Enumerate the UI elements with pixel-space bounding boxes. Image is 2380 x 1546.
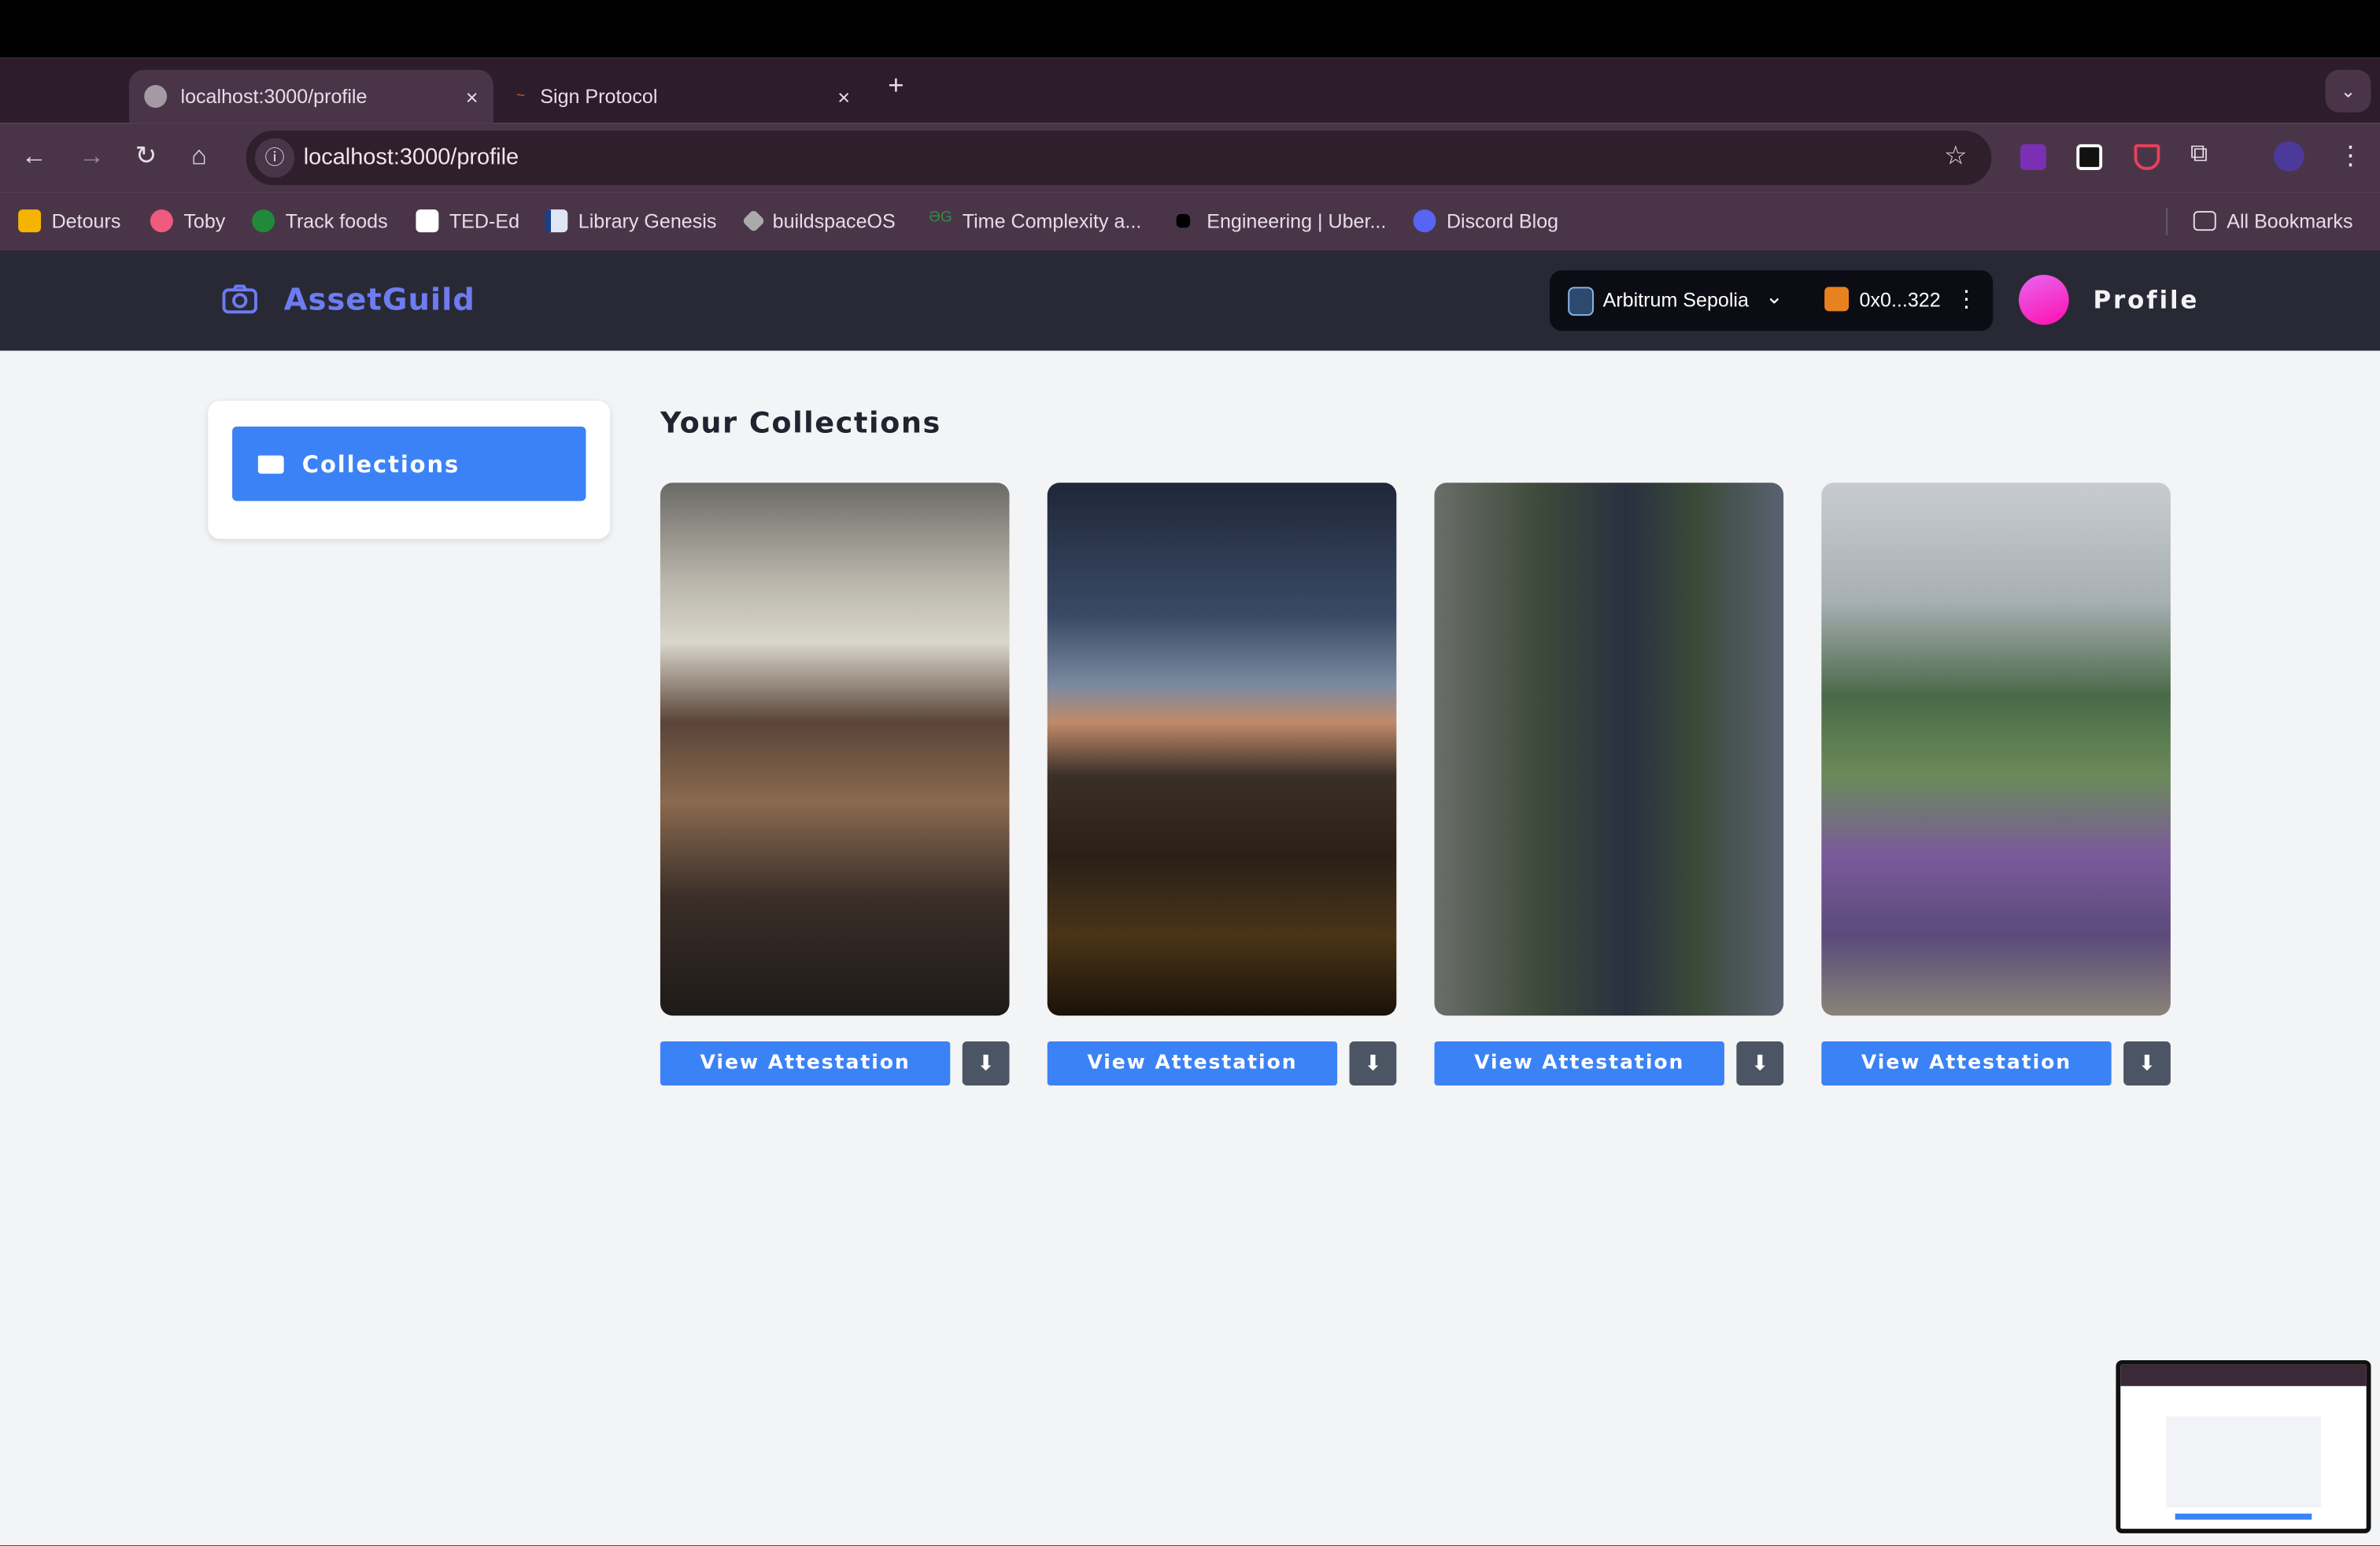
- folder-icon: [2193, 211, 2216, 231]
- collection-card: View Attestation ⬇: [660, 483, 1011, 1086]
- metamask-fox-icon: [1824, 287, 1850, 312]
- address-bar[interactable]: ⓘ localhost:3000/profile ☆: [246, 130, 1992, 186]
- avatar[interactable]: [2019, 275, 2069, 325]
- bookmark-discord-blog[interactable]: Discord Blog: [1413, 209, 1558, 233]
- sign-favicon-icon: ~: [516, 87, 525, 105]
- collection-card: View Attestation ⬇: [1047, 483, 1399, 1086]
- bookmark-track-foods[interactable]: Track foods: [252, 209, 388, 233]
- screen-recording-preview[interactable]: [2116, 1360, 2371, 1533]
- collection-card: View Attestation ⬇: [1821, 483, 2172, 1086]
- wallet-widget: Arbitrum Sepolia ⌄ 0x0...322 ⋮: [1550, 270, 1994, 331]
- page-title: Your Collections: [660, 406, 941, 441]
- view-attestation-button[interactable]: View Attestation: [1434, 1041, 1724, 1086]
- collection-card: View Attestation ⬇: [1434, 483, 1786, 1086]
- buildspace-icon: [741, 209, 766, 233]
- download-button[interactable]: ⬇: [1736, 1041, 1784, 1086]
- wallet-address[interactable]: 0x0...322: [1860, 288, 1941, 311]
- arbitrum-icon: [1568, 287, 1595, 316]
- view-attestation-button[interactable]: View Attestation: [1047, 1041, 1338, 1086]
- sidebar-item-collections[interactable]: Collections: [232, 426, 586, 501]
- preview-browser-bar: [2120, 1364, 2367, 1386]
- bookmark-uber-engineering[interactable]: Engineering | Uber...: [1176, 209, 1386, 232]
- back-icon[interactable]: ←: [21, 141, 47, 172]
- download-icon: ⬇: [1750, 1050, 1769, 1075]
- profile-avatar-icon[interactable]: [2274, 141, 2304, 172]
- download-button[interactable]: ⬇: [1349, 1041, 1397, 1086]
- close-tab-icon[interactable]: ×: [837, 84, 850, 109]
- preview-content: [2166, 1416, 2321, 1508]
- bookmark-star-icon[interactable]: ☆: [1944, 141, 1967, 172]
- preview-button: [2175, 1513, 2312, 1520]
- bookmark-buildspaceos[interactable]: buildspaceOS: [741, 209, 896, 233]
- download-icon: ⬇: [2138, 1050, 2156, 1075]
- globe-icon: [144, 85, 168, 108]
- logo[interactable]: AssetGuild: [222, 281, 475, 317]
- detours-icon: [18, 209, 42, 233]
- app-name: AssetGuild: [283, 280, 475, 318]
- tab-title: Sign Protocol: [540, 85, 658, 108]
- geeksforgeeks-icon: ƏG: [929, 209, 952, 227]
- new-tab-button[interactable]: +: [888, 70, 904, 102]
- divider: [2166, 208, 2168, 235]
- toby-icon: [150, 209, 173, 233]
- more-menu-icon[interactable]: ⋮: [2338, 141, 2363, 172]
- collection-image[interactable]: [660, 483, 1010, 1016]
- wallet-menu-icon[interactable]: ⋮: [1955, 286, 1978, 313]
- ted-ed-icon: [416, 209, 439, 233]
- camera-icon: [222, 284, 257, 314]
- bookmark-toby[interactable]: Toby: [150, 209, 225, 233]
- sidebar-item-label: Collections: [301, 449, 460, 478]
- reload-icon[interactable]: ↻: [135, 141, 157, 172]
- download-button[interactable]: ⬇: [2123, 1041, 2171, 1086]
- sidebar: Collections: [208, 401, 611, 539]
- bookmarks-bar: Detours Toby Track foods TED-Ed Library …: [0, 192, 2380, 253]
- track-foods-icon: [252, 209, 275, 233]
- tab-sign-protocol[interactable]: ~ Sign Protocol ×: [501, 70, 865, 124]
- view-attestation-button[interactable]: View Attestation: [660, 1041, 951, 1086]
- screen: localhost:3000/profile × ~ Sign Protocol…: [0, 0, 2380, 1546]
- tab-extension-icon[interactable]: [2076, 144, 2103, 171]
- pocket-icon[interactable]: [2134, 144, 2160, 171]
- collection-image[interactable]: [1434, 483, 1784, 1016]
- app-header: AssetGuild Arbitrum Sepolia ⌄ 0x0...322 …: [0, 250, 2380, 351]
- collection-image[interactable]: [1047, 483, 1397, 1016]
- bookmark-detours[interactable]: Detours: [18, 209, 120, 233]
- network-selector[interactable]: Arbitrum Sepolia: [1603, 288, 1749, 311]
- collection-image[interactable]: [1821, 483, 2171, 1016]
- discord-icon: [1413, 209, 1436, 233]
- bookmark-ted-ed[interactable]: TED-Ed: [416, 209, 519, 233]
- download-button[interactable]: ⬇: [962, 1041, 1010, 1086]
- chevron-down-icon[interactable]: ⌄: [1765, 284, 1783, 310]
- library-genesis-icon: [545, 209, 568, 233]
- close-tab-icon[interactable]: ×: [466, 84, 479, 109]
- url-text[interactable]: localhost:3000/profile: [304, 144, 519, 170]
- bookmark-library-genesis[interactable]: Library Genesis: [545, 209, 716, 233]
- tab-profile[interactable]: localhost:3000/profile ×: [128, 69, 493, 124]
- download-icon: ⬇: [1364, 1050, 1382, 1075]
- folder-icon: [257, 454, 284, 473]
- home-icon[interactable]: ⌂: [191, 141, 207, 172]
- download-icon: ⬇: [977, 1050, 995, 1075]
- tab-search-button[interactable]: ⌄: [2325, 69, 2371, 113]
- profile-link[interactable]: Profile: [2094, 286, 2200, 315]
- browser-toolbar: ← → ↻ ⌂ ⓘ localhost:3000/profile ☆ ⧉ ⋮: [0, 123, 2380, 193]
- all-bookmarks-button[interactable]: All Bookmarks: [2193, 209, 2352, 232]
- bookmark-time-complexity[interactable]: ƏG Time Complexity a...: [929, 209, 1141, 232]
- menu-bar: [0, 0, 2380, 58]
- tab-strip: localhost:3000/profile × ~ Sign Protocol…: [0, 57, 2380, 124]
- forward-icon[interactable]: →: [79, 141, 105, 172]
- view-attestation-button[interactable]: View Attestation: [1821, 1041, 2112, 1086]
- extensions-icon[interactable]: ⧉: [2190, 141, 2208, 168]
- site-info-icon[interactable]: ⓘ: [255, 138, 295, 178]
- onenote-icon[interactable]: [2020, 144, 2046, 171]
- uber-icon: [1176, 213, 1191, 228]
- tab-title: localhost:3000/profile: [180, 85, 368, 108]
